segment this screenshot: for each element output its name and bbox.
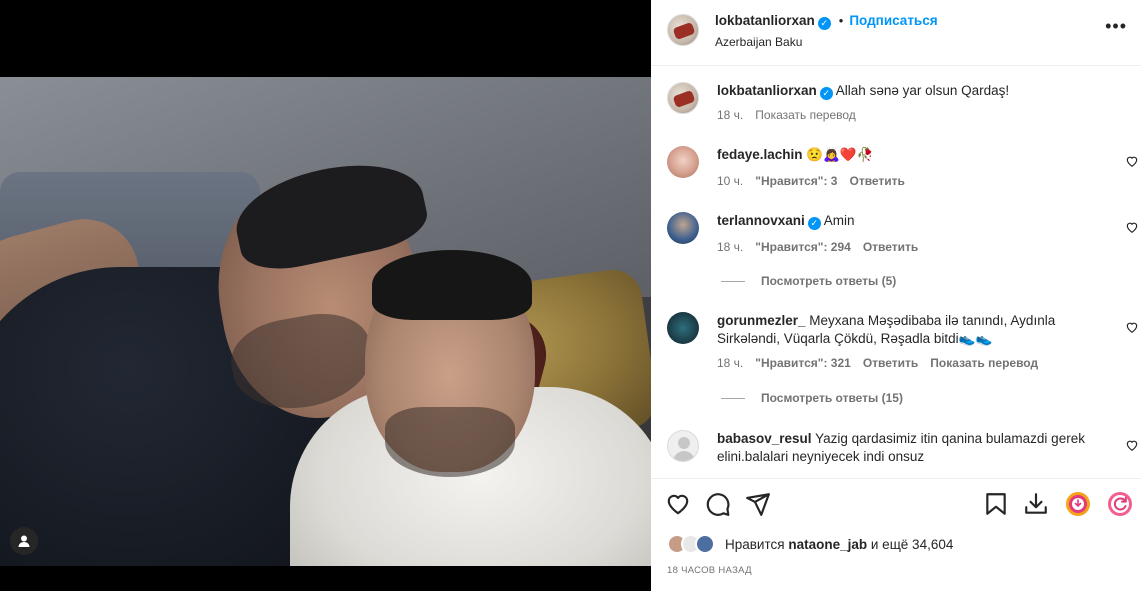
comment-likes[interactable]: "Нравится": 3 (755, 174, 837, 188)
translate-link[interactable]: Показать перевод (755, 108, 856, 122)
caption-text-line: lokbatanliorxan ✓ Allah sənə yar olsun Qa… (717, 82, 1117, 100)
comment-text-line: gorunmezler_ Meyxana Məşədibaba ilə tanı… (717, 312, 1117, 348)
comment-text-line: babasov_resul Yazig qardasimiz itin qani… (717, 430, 1117, 466)
translate-link[interactable]: Показать перевод (930, 356, 1038, 370)
comment-meta: 10 ч. "Нравится": 3 Ответить (717, 174, 917, 188)
comment-text: 😟🙇‍♀️❤️🥀 (806, 147, 874, 162)
comment-author[interactable]: babasov_resul (717, 431, 812, 446)
header-line: lokbatanliorxan ✓ • Подписаться (715, 13, 938, 30)
commenter-avatar[interactable] (667, 146, 699, 178)
heart-icon[interactable] (665, 491, 691, 517)
commenter-avatar[interactable] (667, 212, 699, 244)
more-options-icon[interactable]: ••• (1105, 16, 1127, 37)
view-replies-label: Посмотреть ответы (5) (761, 274, 897, 288)
post-location[interactable]: Azerbaijan Baku (715, 35, 802, 49)
likes-count[interactable]: и ещё 34,604 (871, 537, 953, 552)
comment-time[interactable]: 18 ч. (717, 240, 743, 254)
post-header: lokbatanliorxan ✓ • Подписаться Azerbaijan … (651, 0, 1141, 66)
extension-icon[interactable] (1107, 491, 1133, 517)
heart-icon[interactable] (1125, 438, 1139, 452)
likes-text[interactable]: Нравится nataone_jab и ещё 34,604 (725, 537, 953, 552)
caption: lokbatanliorxan ✓ Allah sənə yar olsun Qa… (667, 82, 1127, 126)
comment-time[interactable]: 18 ч. (717, 356, 743, 370)
post-timestamp[interactable]: 18 ЧАСОВ НАЗАД (667, 565, 752, 576)
download-icon[interactable] (1023, 491, 1049, 517)
verified-badge-icon: ✓ (817, 17, 831, 30)
heart-icon[interactable] (1125, 320, 1139, 334)
comment-meta: 18 ч. "Нравится": 294 Ответить (717, 240, 930, 254)
comment-meta: 18 ч. "Нравится": 321 Ответить Показать пер… (717, 356, 1050, 370)
comment-text-line: terlannovxani ✓ Amin (717, 212, 1117, 230)
action-bar (651, 478, 1141, 530)
view-replies-label: Посмотреть ответы (15) (761, 391, 903, 405)
post-photo[interactable] (0, 77, 651, 566)
reply-button[interactable]: Ответить (849, 174, 904, 188)
paper-plane-icon[interactable] (745, 491, 771, 517)
photo-person (372, 250, 532, 320)
comment-likes[interactable]: "Нравится": 294 (755, 240, 851, 254)
reply-button[interactable]: Ответить (863, 356, 918, 370)
post-sidebar: lokbatanliorxan ✓ • Подписаться Azerbaijan … (651, 0, 1141, 591)
verified-badge-icon: ✓ (819, 87, 833, 100)
comment-item: fedaye.lachin 😟🙇‍♀️❤️🥀 10 ч. "Нравится": … (667, 146, 1138, 190)
follow-button[interactable]: Подписаться (849, 13, 937, 28)
caption-author[interactable]: lokbatanliorxan (717, 83, 817, 98)
comment-text: Amin (823, 213, 855, 228)
comment-time[interactable]: 10 ч. (717, 174, 743, 188)
likes-summary: Нравится nataone_jab и ещё 34,604 (667, 534, 1127, 556)
replies-divider (721, 281, 745, 283)
separator-dot: • (838, 13, 844, 28)
comment-item: terlannovxani ✓ Amin 18 ч. "Нравится": 294… (667, 212, 1138, 256)
comment-text-line: fedaye.lachin 😟🙇‍♀️❤️🥀 (717, 146, 1117, 164)
heart-icon[interactable] (1125, 220, 1139, 234)
post-media (0, 0, 651, 591)
comment-author[interactable]: terlannovxani (717, 213, 805, 228)
user-icon (18, 535, 30, 547)
comments-list[interactable]: lokbatanliorxan ✓ Allah sənə yar olsun Qa… (651, 66, 1141, 478)
comment-item: gorunmezler_ Meyxana Məşədibaba ilə tanı… (667, 312, 1138, 374)
likes-prefix: Нравится (725, 537, 785, 552)
caption-meta: 18 ч. Показать перевод (717, 108, 868, 122)
replies-divider (721, 398, 745, 400)
commenter-avatar[interactable] (667, 430, 699, 462)
caption-time[interactable]: 18 ч. (717, 108, 743, 122)
comment-author[interactable]: gorunmezler_ (717, 313, 806, 328)
comment-author[interactable]: fedaye.lachin (717, 147, 803, 162)
heart-icon[interactable] (1125, 154, 1139, 168)
commenter-avatar[interactable] (667, 312, 699, 344)
reply-button[interactable]: Ответить (863, 240, 918, 254)
comment-item: babasov_resul Yazig qardasimiz itin qani… (667, 430, 1138, 478)
tagged-users-button[interactable] (10, 527, 38, 555)
comment-likes[interactable]: "Нравится": 321 (755, 356, 851, 370)
liker-username[interactable]: nataone_jab (788, 537, 867, 552)
author-avatar[interactable] (667, 14, 699, 46)
comment-icon[interactable] (705, 491, 731, 517)
liker-avatar[interactable] (695, 534, 715, 554)
bookmark-icon[interactable] (983, 491, 1009, 517)
photo-person (385, 407, 515, 477)
view-replies-button[interactable]: Посмотреть ответы (15) (721, 391, 903, 405)
caption-avatar[interactable] (667, 82, 699, 114)
extension-icon[interactable] (1065, 491, 1091, 517)
caption-text: Allah sənə yar olsun Qardaş! (835, 83, 1010, 98)
author-username[interactable]: lokbatanliorxan (715, 13, 815, 28)
verified-badge-icon: ✓ (807, 217, 821, 230)
view-replies-button[interactable]: Посмотреть ответы (5) (721, 274, 896, 288)
